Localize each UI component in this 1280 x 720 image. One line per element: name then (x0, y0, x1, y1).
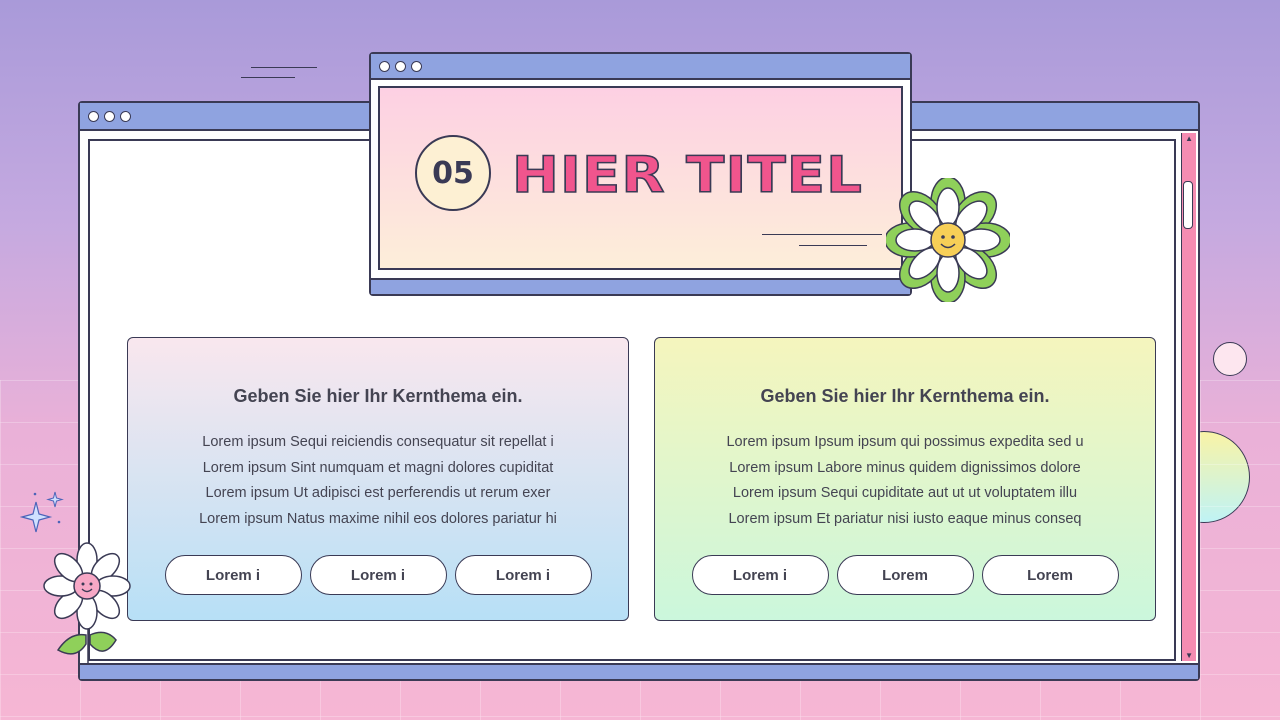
decor-circle (1213, 342, 1247, 376)
title-window-content: 05 HIER TITEL (378, 86, 903, 270)
card-text-line: Lorem ipsum Labore minus quidem dignissi… (729, 459, 1081, 476)
lorem-button[interactable]: Lorem i (309, 555, 447, 595)
card-text-line: Lorem ipsum Ipsum ipsum qui possimus exp… (726, 434, 1084, 450)
card-button-group: Lorem i Lorem i Lorem i (128, 555, 628, 595)
window-dot-icon[interactable] (120, 111, 131, 122)
sparkle-icon (20, 491, 64, 533)
lorem-button[interactable]: Lorem i (454, 555, 592, 595)
scroll-down-icon[interactable]: ▼ (1185, 651, 1193, 660)
window-controls-icon[interactable] (88, 111, 131, 122)
window-dot-icon[interactable] (88, 111, 99, 122)
card-text-line: Lorem ipsum Sequi cupiditate aut ut ut v… (732, 485, 1078, 501)
topic-card-right: Geben Sie hier Ihr Kernthema ein. Lorem … (654, 337, 1156, 621)
lorem-button[interactable]: Lorem (836, 555, 974, 595)
scrollbar-thumb[interactable] (1183, 181, 1193, 229)
section-number: 05 (415, 135, 491, 211)
card-text-line: Lorem ipsum Ut adipisci est perferendis … (205, 485, 551, 501)
card-heading: Geben Sie hier Ihr Kernthema ein. (760, 386, 1050, 406)
smiley-daisy-icon (886, 178, 1010, 302)
lorem-button[interactable]: Lorem (981, 555, 1119, 595)
decor-line (762, 234, 882, 235)
card-body: Lorem ipsum Ipsum ipsum qui possimus exp… (675, 430, 1135, 532)
page-title: HIER TITEL (511, 145, 863, 205)
card-text-line: Lorem ipsum Et pariatur nisi iusto eaque… (728, 510, 1082, 527)
card-text-line: Lorem ipsum Sequi reiciendis consequatur… (202, 434, 554, 450)
main-window-footer (80, 663, 1198, 679)
lorem-button[interactable]: Lorem i (164, 555, 302, 595)
window-dot-icon[interactable] (411, 61, 422, 72)
card-button-group: Lorem i Lorem Lorem (655, 555, 1155, 595)
title-window-footer (371, 278, 910, 294)
topic-card-left: Geben Sie hier Ihr Kernthema ein. Lorem … (127, 337, 629, 621)
card-text-line: Lorem ipsum Sint numquam et magni dolore… (202, 459, 554, 476)
lorem-button[interactable]: Lorem i (691, 555, 829, 595)
card-heading: Geben Sie hier Ihr Kernthema ein. (233, 386, 523, 406)
card-body: Lorem ipsum Sequi reiciendis consequatur… (148, 430, 608, 532)
smiley-daisy-icon (43, 542, 131, 664)
window-dot-icon[interactable] (379, 61, 390, 72)
window-controls-icon[interactable] (379, 61, 422, 72)
decor-line (799, 245, 867, 246)
decor-line (241, 77, 295, 78)
window-dot-icon[interactable] (104, 111, 115, 122)
scroll-up-icon[interactable]: ▲ (1185, 134, 1193, 143)
window-dot-icon[interactable] (395, 61, 406, 72)
title-window: 05 HIER TITEL (369, 52, 912, 296)
card-text-line: Lorem ipsum Natus maxime nihil eos dolor… (199, 510, 557, 527)
decor-line (251, 67, 317, 68)
title-window-titlebar (371, 54, 910, 80)
